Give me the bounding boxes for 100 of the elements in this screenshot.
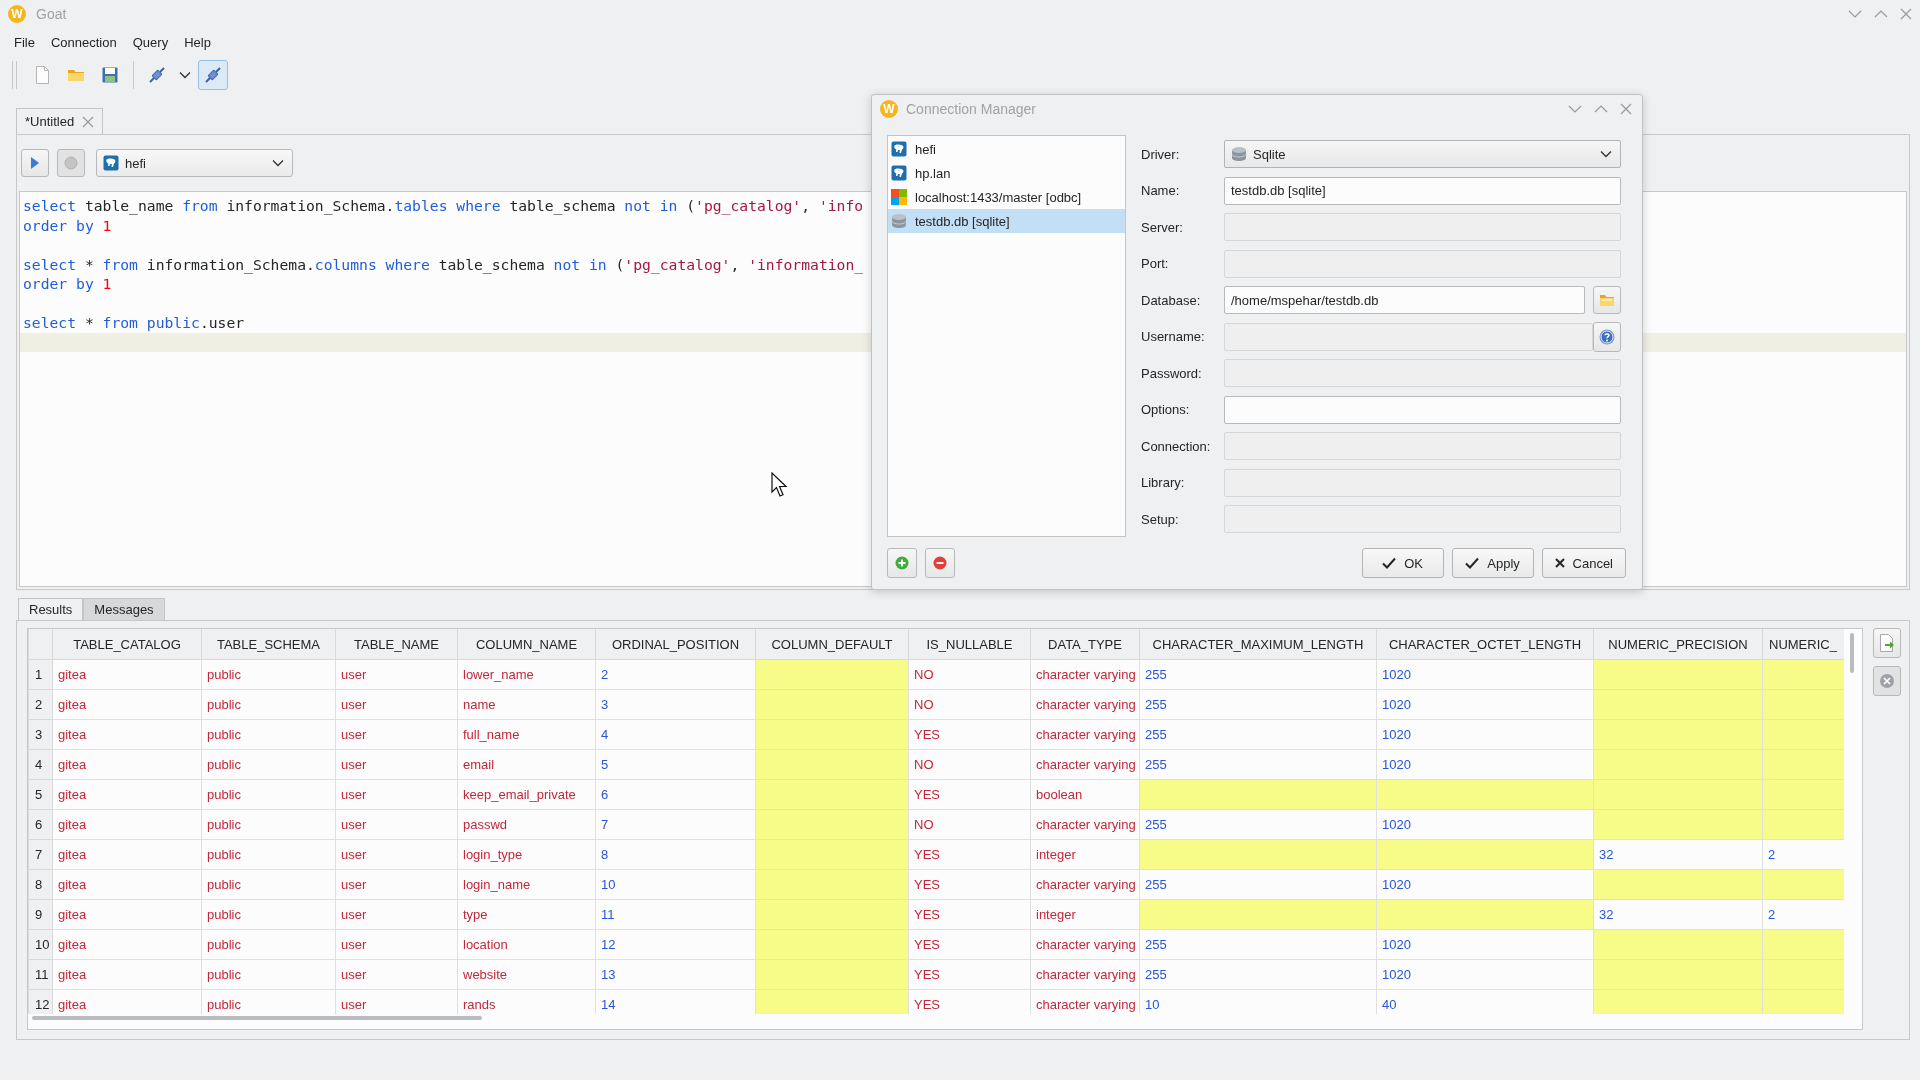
table-cell: gitea [52, 749, 202, 780]
table-cell: character varying [1030, 689, 1140, 720]
field-label: Port: [1141, 256, 1170, 271]
dialog-title: Connection Manager [906, 100, 1036, 117]
row-header: 12 [28, 989, 53, 1014]
table-cell: gitea [52, 899, 202, 930]
table-cell: public [201, 659, 336, 690]
table-cell: 10 [595, 869, 756, 900]
table-cell: 13 [595, 959, 756, 990]
table-cell: public [201, 689, 336, 720]
table-cell: user [335, 959, 458, 990]
table-cell: user [335, 839, 458, 870]
table-cell: user [335, 869, 458, 900]
field-label: Setup: [1141, 511, 1180, 527]
table-cell: 1020 [1376, 869, 1594, 900]
table-cell: gitea [52, 659, 202, 690]
table-cell: user [335, 929, 458, 960]
field-label: Options: [1141, 402, 1191, 417]
table-cell: public [201, 959, 336, 990]
table-cell: 5 [595, 749, 756, 780]
table-cell: YES [908, 779, 1031, 810]
table-cell: 4 [595, 719, 756, 750]
table-cell: 255 [1139, 869, 1377, 900]
table-cell: NO [908, 749, 1031, 780]
table-cell: character varying [1030, 719, 1140, 750]
code-line: select * from public.user [22, 313, 245, 333]
table-cell: type [457, 899, 596, 930]
table-cell: location [457, 929, 596, 960]
table-cell: 32 [1593, 839, 1763, 870]
table-cell: 1020 [1376, 719, 1594, 750]
table-cell: public [201, 929, 336, 960]
row-header: 5 [28, 779, 53, 810]
table-cell: 1020 [1376, 809, 1594, 840]
table-cell: user [335, 899, 458, 930]
table-cell: YES [908, 869, 1031, 900]
table-cell: public [201, 899, 336, 930]
table-cell: boolean [1030, 779, 1140, 810]
field-label: Password: [1141, 365, 1203, 381]
table-cell: gitea [52, 779, 202, 810]
table-cell: gitea [52, 839, 202, 870]
table-cell: 1020 [1376, 659, 1594, 690]
field-label: Library: [1141, 475, 1186, 490]
table-cell: 255 [1139, 659, 1377, 690]
table-cell: YES [908, 899, 1031, 930]
row-header: 6 [28, 809, 53, 840]
table-cell: 1020 [1376, 749, 1594, 780]
app-logo: W [8, 5, 26, 23]
row-header: 11 [28, 959, 53, 990]
table-cell: public [201, 749, 336, 780]
table-cell: login_type [457, 839, 596, 870]
table-cell: 255 [1139, 749, 1377, 780]
code-line: order by 1 [22, 215, 112, 235]
field-label: Connection: [1141, 438, 1212, 454]
row-header: 7 [28, 839, 53, 870]
table-cell: 255 [1139, 689, 1377, 720]
field-label: Database: [1141, 292, 1202, 308]
table-cell: 7 [595, 809, 756, 840]
window-title: Goat [36, 6, 67, 22]
table-cell: NO [908, 809, 1031, 840]
table-cell: email [457, 749, 596, 780]
field-label: Name: [1141, 183, 1181, 198]
table-cell: 6 [595, 779, 756, 810]
table-cell: gitea [52, 719, 202, 750]
table-cell: character varying [1030, 659, 1140, 690]
table-cell: website [457, 959, 596, 990]
table-cell: YES [908, 839, 1031, 870]
table-cell: gitea [52, 929, 202, 960]
table-cell: 1020 [1376, 929, 1594, 960]
row-header: 10 [28, 929, 53, 960]
table-cell: user [335, 809, 458, 840]
table-cell: 8 [595, 839, 756, 870]
table-cell: name [457, 689, 596, 720]
field-label: Driver: [1141, 146, 1181, 162]
table-cell: gitea [52, 869, 202, 900]
table-cell: user [335, 659, 458, 690]
code-line: select table_name from information_Schema.tables where table_schema not in ('pg_catalog', 'info [22, 196, 864, 216]
code-line: select * from information_Schema.columns where table_schema not in ('pg_catalog', 'information_ [22, 254, 864, 274]
table-cell: gitea [52, 959, 202, 990]
field-label: Username: [1141, 329, 1206, 344]
table-cell: character varying [1030, 749, 1140, 780]
table-cell: keep_email_private [457, 779, 596, 810]
table-cell: NO [908, 689, 1031, 720]
table-cell: passwd [457, 809, 596, 840]
table-cell: user [335, 749, 458, 780]
table-cell: 255 [1139, 959, 1377, 990]
table-cell: character varying [1030, 869, 1140, 900]
table-cell: user [335, 689, 458, 720]
table-cell: public [201, 719, 336, 750]
row-header: 4 [28, 749, 53, 780]
table-cell: 255 [1139, 719, 1377, 750]
table-cell: gitea [52, 809, 202, 840]
table-cell: 1020 [1376, 959, 1594, 990]
table-cell: 3 [595, 689, 756, 720]
table-cell: gitea [52, 689, 202, 720]
table-cell: YES [908, 959, 1031, 990]
table-cell: 255 [1139, 929, 1377, 960]
row-header: 2 [28, 689, 53, 720]
table-cell: login_name [457, 869, 596, 900]
row-header: 8 [28, 869, 53, 900]
table-cell: public [201, 839, 336, 870]
